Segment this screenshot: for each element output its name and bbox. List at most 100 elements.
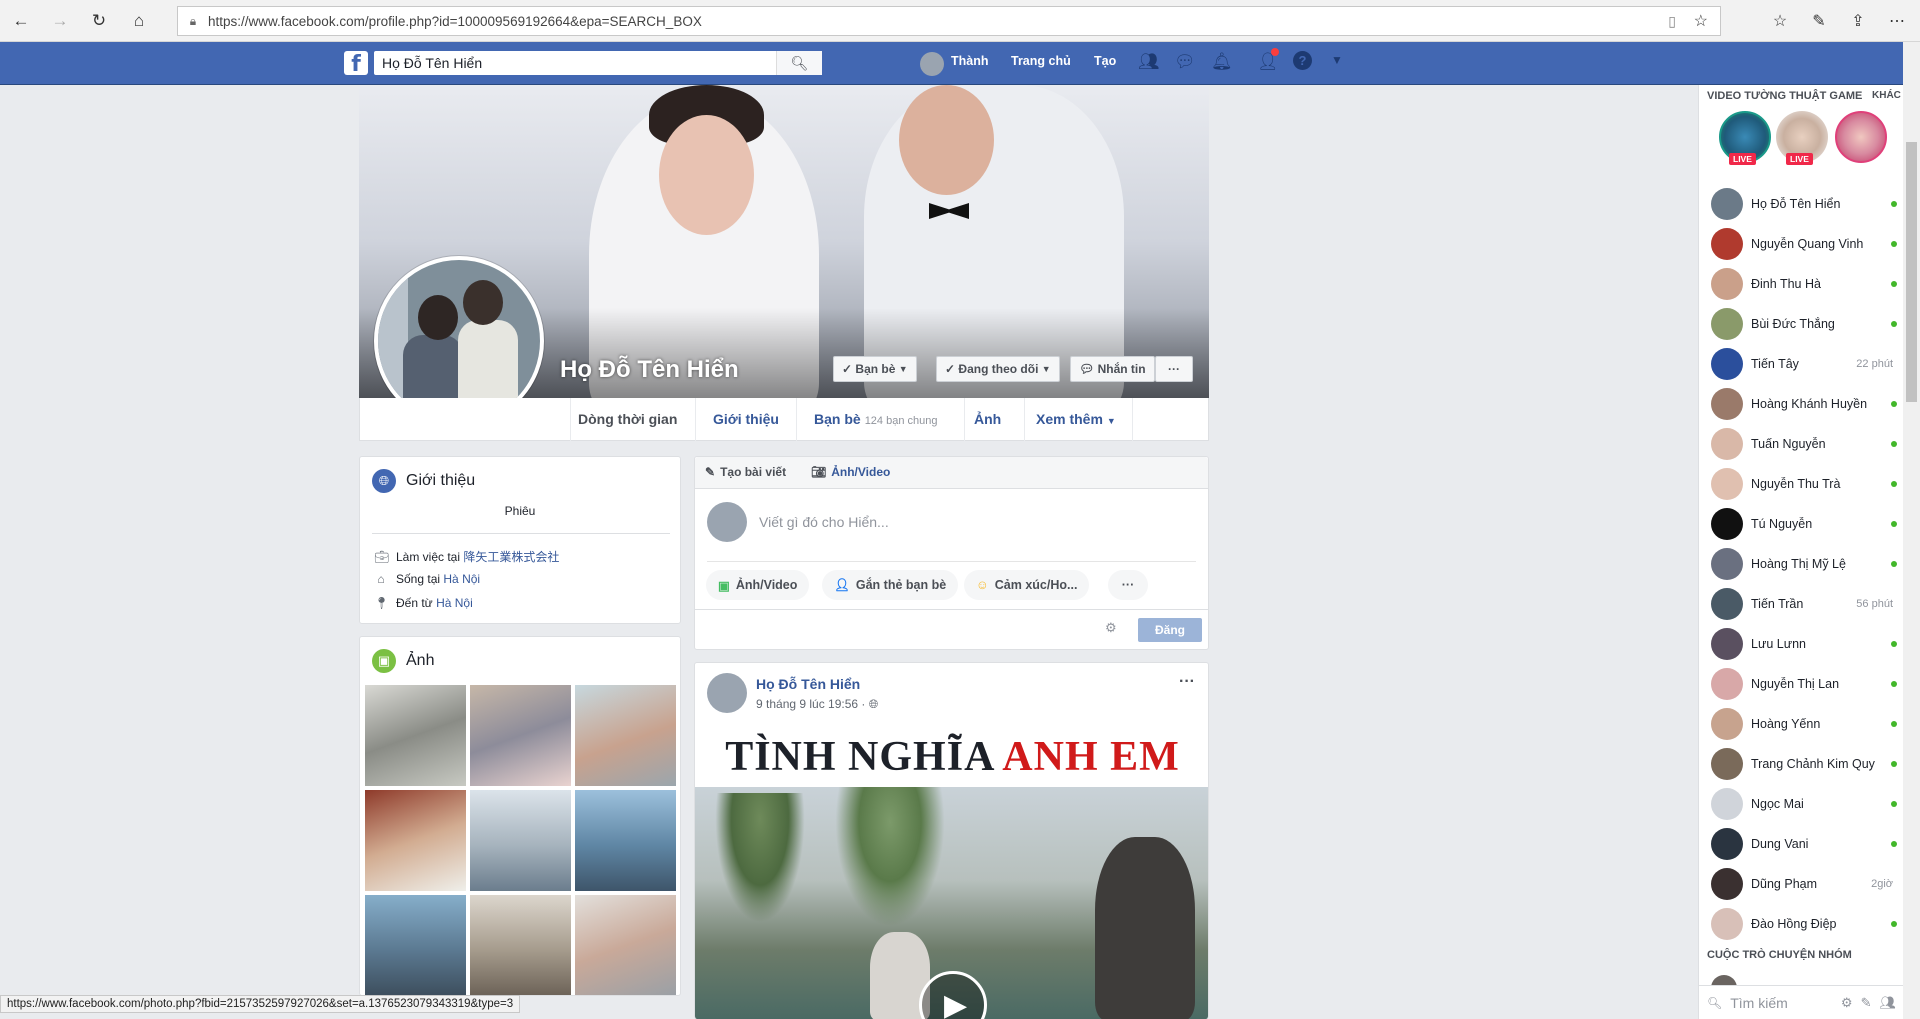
post-timestamp[interactable]: 9 tháng 9 lúc 19:56 · 🌐︎ bbox=[756, 697, 878, 712]
post-menu-icon[interactable]: ··· bbox=[1179, 673, 1195, 691]
contact-item[interactable]: Hoàng Yếnn bbox=[1711, 704, 1899, 744]
live-video-thumb[interactable] bbox=[1835, 111, 1887, 163]
video-more-link[interactable]: KHÁC bbox=[1872, 90, 1901, 101]
following-button[interactable]: ✓ Đang theo dõi ▼ bbox=[936, 356, 1060, 382]
search-input[interactable]: Họ Đỗ Tên Hiển bbox=[374, 55, 776, 71]
photo-thumb[interactable] bbox=[365, 895, 466, 995]
contact-item[interactable]: Họ Đỗ Tên Hiển bbox=[1711, 184, 1899, 224]
photo-thumb[interactable] bbox=[575, 685, 676, 786]
photo-thumb[interactable] bbox=[470, 895, 571, 995]
post-author[interactable]: Họ Đỗ Tên Hiển bbox=[756, 676, 860, 692]
intro-work-link[interactable]: 降矢工業株式会社 bbox=[463, 550, 559, 564]
location-pin-icon: 📍︎ bbox=[374, 596, 390, 610]
share-icon[interactable]: ⇪ bbox=[1845, 8, 1871, 34]
reading-view-icon[interactable]: ▯ bbox=[1668, 13, 1676, 30]
tab-about[interactable]: Giới thiệu bbox=[713, 411, 779, 427]
feeling-pill[interactable]: ☺ Cảm xúc/Ho... bbox=[964, 570, 1090, 600]
account-menu-chevron-icon[interactable]: ▼ bbox=[1331, 53, 1343, 67]
photos-title[interactable]: Ảnh bbox=[406, 652, 434, 670]
tab-more[interactable]: Xem thêm ▼ bbox=[1036, 411, 1116, 427]
contact-name: Tiến Trần bbox=[1751, 597, 1804, 611]
new-group-icon[interactable]: 👥︎ bbox=[1879, 995, 1896, 1011]
back-icon[interactable]: ← bbox=[8, 8, 34, 34]
photo-thumb[interactable] bbox=[470, 685, 571, 786]
friend-requests-icon[interactable]: 👥︎ bbox=[1138, 52, 1160, 72]
contact-item[interactable]: Bùi Đức Thắng bbox=[1711, 304, 1899, 344]
settings-gear-icon[interactable]: ⚙︎ bbox=[1105, 620, 1117, 636]
help-icon[interactable]: ? bbox=[1293, 51, 1312, 70]
friends-button[interactable]: ✓ Bạn bè ▼ bbox=[833, 356, 917, 382]
tab-friends[interactable]: Bạn bè 124 bạn chung bbox=[814, 411, 937, 427]
home-icon[interactable]: ⌂ bbox=[126, 8, 152, 34]
photo-thumb[interactable] bbox=[575, 895, 676, 995]
video-section-header: VIDEO TƯỜNG THUẬT GAME bbox=[1707, 90, 1863, 102]
nav-user-avatar[interactable] bbox=[920, 52, 944, 76]
contact-item[interactable]: Đinh Thu Hà bbox=[1711, 264, 1899, 304]
photo-video-pill-label: Ảnh/Video bbox=[735, 578, 798, 592]
notifications-bell-icon[interactable]: 🔔︎ bbox=[1211, 52, 1233, 72]
tab-photo-video[interactable]: 📷︎ Ảnh/Video bbox=[811, 465, 890, 479]
refresh-icon[interactable]: ↻ bbox=[86, 8, 112, 34]
contact-item[interactable]: Tiến Tây 22 phút bbox=[1711, 344, 1899, 384]
nav-create-link[interactable]: Tạo bbox=[1094, 54, 1116, 68]
intro-from-link[interactable]: Hà Nội bbox=[436, 596, 473, 610]
composer-input[interactable]: Viết gì đó cho Hiển... bbox=[759, 514, 889, 530]
contact-item[interactable]: Nguyễn Thị Lan bbox=[1711, 664, 1899, 704]
post-author-avatar[interactable] bbox=[707, 673, 747, 713]
contact-item[interactable]: Lưu Lưnn bbox=[1711, 624, 1899, 664]
photo-thumb[interactable] bbox=[575, 790, 676, 891]
online-dot bbox=[1891, 761, 1897, 767]
tag-friends-pill[interactable]: 👤︎ Gắn thẻ bạn bè bbox=[822, 570, 959, 600]
photo-video-pill[interactable]: ▣ Ảnh/Video bbox=[706, 570, 810, 600]
chat-search-input[interactable]: Tìm kiếm bbox=[1730, 995, 1841, 1011]
nav-home-link[interactable]: Trang chủ bbox=[1011, 54, 1071, 68]
contact-item[interactable]: Nguyễn Quang Vinh bbox=[1711, 224, 1899, 264]
photo-thumb[interactable] bbox=[365, 685, 466, 786]
contact-item[interactable]: Ngọc Mai bbox=[1711, 784, 1899, 824]
search-box[interactable]: Họ Đỗ Tên Hiển 🔍︎ bbox=[374, 51, 822, 75]
nav-profile-link[interactable]: Thành bbox=[951, 54, 989, 68]
tab-photos[interactable]: Ảnh bbox=[974, 411, 1001, 427]
facebook-logo-icon[interactable]: f bbox=[344, 51, 368, 75]
profile-name[interactable]: Họ Đỗ Tên Hiển bbox=[560, 356, 739, 384]
pen-icon[interactable]: ✎ bbox=[1806, 8, 1832, 34]
address-bar[interactable]: 🔒︎ https://www.facebook.com/profile.php?… bbox=[177, 6, 1721, 36]
video-caption-red: ANH EM bbox=[1002, 734, 1180, 780]
message-button[interactable]: 💬︎ Nhắn tin bbox=[1070, 356, 1155, 382]
contact-item[interactable]: Dũng Phạm 2giờ bbox=[1711, 864, 1899, 904]
scrollbar-thumb[interactable] bbox=[1906, 142, 1917, 402]
video-caption: TÌNH NGHĨA ANH EM bbox=[695, 733, 1208, 781]
post-video[interactable]: TÌNH NGHĨA ANH EM ▶ bbox=[695, 727, 1208, 1019]
contact-item[interactable]: Nguyễn Thu Trà bbox=[1711, 464, 1899, 504]
photo-thumb[interactable] bbox=[470, 790, 571, 891]
forward-icon[interactable]: → bbox=[47, 8, 73, 34]
tab-more-label: Xem thêm bbox=[1036, 411, 1103, 427]
contact-item[interactable]: Tiến Trần 56 phút bbox=[1711, 584, 1899, 624]
composer-more-pill[interactable]: ··· bbox=[1108, 570, 1148, 600]
settings-gear-icon[interactable]: ⚙︎ bbox=[1841, 995, 1853, 1011]
favorite-star-icon[interactable]: ☆ bbox=[1694, 11, 1708, 31]
contact-item[interactable]: Hoàng Khánh Huyền bbox=[1711, 384, 1899, 424]
intro-lives-link[interactable]: Hà Nội bbox=[443, 572, 480, 586]
contact-item[interactable]: Đào Hồng Điệp bbox=[1711, 904, 1899, 944]
new-message-icon[interactable]: ✎ bbox=[1861, 995, 1872, 1011]
contact-item[interactable]: Trang Chảnh Kim Quy bbox=[1711, 744, 1899, 784]
contact-item[interactable]: Tuấn Nguyễn bbox=[1711, 424, 1899, 464]
contact-item[interactable]: Hoàng Thị Mỹ Lệ bbox=[1711, 544, 1899, 584]
page-scrollbar[interactable] bbox=[1903, 42, 1920, 1019]
search-icon[interactable]: 🔍︎ bbox=[776, 51, 822, 75]
contact-avatar bbox=[1711, 708, 1743, 740]
tab-create-post[interactable]: ✎ Tạo bài viết bbox=[705, 465, 786, 479]
chevron-down-icon: ▼ bbox=[1041, 364, 1051, 374]
contact-item[interactable]: Dung Vani bbox=[1711, 824, 1899, 864]
contact-item[interactable]: Tú Nguyễn bbox=[1711, 504, 1899, 544]
profile-more-button[interactable]: ··· bbox=[1155, 356, 1193, 382]
messenger-icon[interactable]: 💬︎ bbox=[1174, 52, 1196, 72]
favorites-list-icon[interactable]: ☆ bbox=[1767, 8, 1793, 34]
photo-thumb[interactable] bbox=[365, 790, 466, 891]
more-icon[interactable]: ⋯ bbox=[1884, 8, 1910, 34]
post-button[interactable]: Đăng bbox=[1138, 618, 1202, 642]
tab-timeline[interactable]: Dòng thời gian bbox=[578, 411, 677, 427]
lock-icon: 🔒︎ bbox=[189, 13, 197, 28]
contact-name: Tuấn Nguyễn bbox=[1751, 437, 1826, 451]
